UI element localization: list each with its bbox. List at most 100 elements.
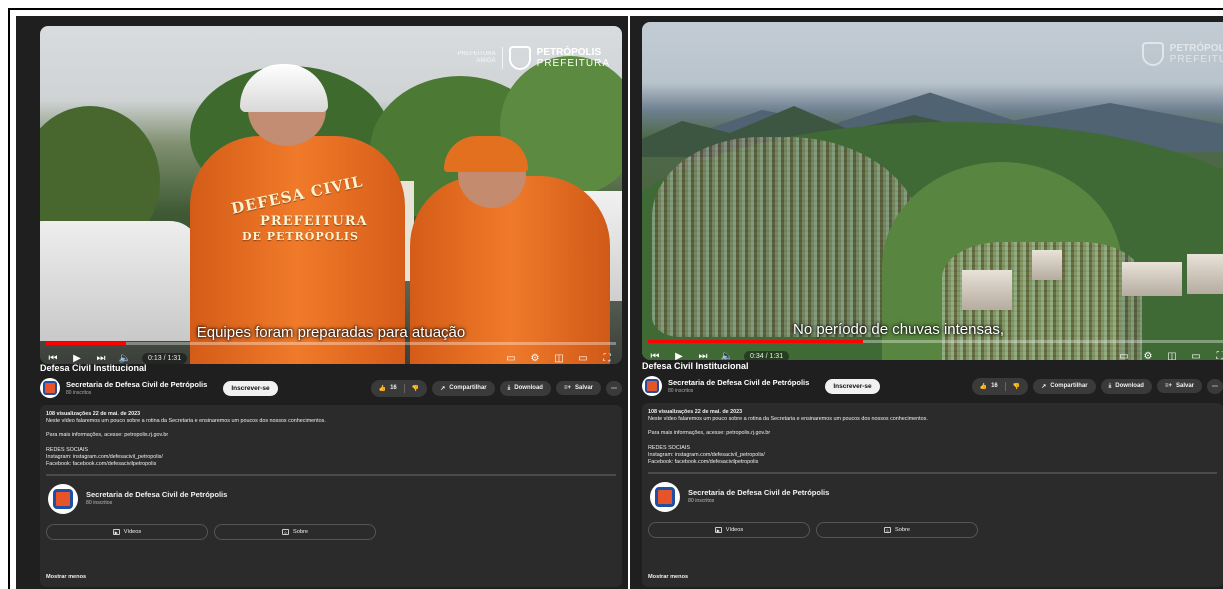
about-button[interactable]: ☺ Sobre (214, 524, 376, 541)
channel-card-name[interactable]: Secretaria de Defesa Civil de Petrópolis (86, 491, 227, 499)
dislike-icon[interactable]: 👎 (412, 385, 419, 392)
views-and-date: 108 visualizações 22 de mai. de 2023 (648, 409, 743, 415)
video-subtitle: Equipes foram preparadas para atuação (196, 324, 466, 341)
video-player[interactable]: DEFESA CIVIL PREFEITURA DE PETRÓPOLIS PR… (40, 26, 622, 364)
description-line: REDES SOCIAIS (648, 444, 690, 451)
youtube-watch-panel-right: PETRÓPOLIS PREFEITURA No período de chuv… (630, 16, 1223, 589)
logo-name-line2: PREFEITURA (1169, 54, 1223, 65)
channel-card-subs: 80 inscritos (86, 500, 113, 507)
subscribe-button[interactable]: Inscrever-se (223, 380, 278, 396)
save-label: Salvar (574, 385, 593, 391)
like-count[interactable]: 16 (991, 383, 998, 389)
prefeitura-logo: PREFEITURA AMIGA PETRÓPOLIS PREFEITURA (457, 46, 610, 70)
prefeitura-logo: PETRÓPOLIS PREFEITURA (1141, 42, 1223, 66)
channel-card-name[interactable]: Secretaria de Defesa Civil de Petrópolis (688, 489, 829, 497)
progress-bar[interactable] (46, 342, 616, 345)
channel-avatar[interactable] (40, 378, 60, 398)
channel-avatar[interactable] (642, 376, 662, 396)
description-line: Para mais informações, acesse: petropoli… (46, 432, 169, 439)
subscriber-count: 80 inscritos (66, 390, 92, 396)
vest-text-petropolis: DE PETRÓPOLIS (242, 230, 359, 243)
save-playlist-icon: ≡+ (1164, 383, 1172, 389)
video-frame (642, 22, 1223, 360)
play-square-icon: ▶ (112, 529, 120, 536)
videos-label: Vídeos (725, 526, 744, 533)
crest-icon (508, 46, 531, 70)
about-button[interactable]: ☺ Sobre (816, 522, 978, 539)
download-label: Download (514, 385, 543, 391)
logo-name-line1: PETRÓPOLIS (536, 47, 602, 58)
like-icon[interactable]: 👍 (980, 383, 987, 390)
description-line: REDES SOCIAIS (46, 446, 88, 453)
owner-row: Secretaria de Defesa Civil de Petrópolis… (40, 377, 622, 399)
youtube-watch-panel-left: DEFESA CIVIL PREFEITURA DE PETRÓPOLIS PR… (16, 16, 628, 589)
share-label: Compartilhar (449, 385, 487, 391)
download-label: Download (1115, 383, 1144, 389)
dislike-icon[interactable]: 👎 (1013, 383, 1020, 390)
progress-fill (46, 342, 126, 345)
share-button[interactable]: ↗ Compartilhar (1033, 378, 1096, 394)
show-less-button[interactable]: Mostrar menos (648, 574, 688, 581)
about-label: Sobre (895, 526, 910, 533)
progress-bar[interactable] (648, 340, 1223, 343)
videos-button[interactable]: ▶ Vídeos (46, 524, 208, 541)
share-button[interactable]: ↗ Compartilhar (432, 380, 495, 396)
divider (46, 474, 616, 477)
videos-button[interactable]: ▶ Vídeos (648, 522, 810, 539)
video-title: Defesa Civil Institucional (642, 361, 749, 371)
video-subtitle: No período de chuvas intensas, (793, 321, 1004, 338)
channel-card-avatar[interactable] (48, 484, 78, 515)
description-line: Neste vídeo falaremos um pouco sobre a r… (46, 418, 326, 425)
like-dislike-group: 👍 16 👎 (370, 379, 428, 397)
instagram-link[interactable]: Instagram: instagram.com/defesacivil_pet… (648, 452, 1217, 459)
channel-name[interactable]: Secretaria de Defesa Civil de Petrópolis (668, 378, 809, 387)
like-dislike-group: 👍 16 👎 (971, 377, 1029, 395)
logo-name-line2: PREFEITURA (536, 58, 610, 69)
subscribe-button[interactable]: Inscrever-se (825, 378, 880, 394)
channel-card-avatar[interactable] (650, 482, 680, 513)
description-line: Para mais informações, acesse: petropoli… (648, 430, 771, 437)
subscriber-count: 80 inscritos (668, 388, 694, 394)
video-info: Defesa Civil Institucional Secretaria de… (642, 357, 1223, 587)
share-icon: ↗ (440, 385, 446, 392)
save-label: Salvar (1175, 383, 1194, 389)
video-player[interactable]: PETRÓPOLIS PREFEITURA No período de chuv… (642, 22, 1223, 360)
progress-fill (648, 340, 863, 343)
instagram-link[interactable]: Instagram: instagram.com/defesacivil_pet… (46, 454, 616, 461)
channel-card-subs: 80 inscritos (688, 498, 715, 505)
save-button[interactable]: ≡+ Salvar (555, 381, 601, 395)
more-actions-button[interactable]: ⋯ (606, 380, 622, 396)
play-square-icon: ▶ (714, 527, 722, 534)
vest-text-prefeitura: PREFEITURA (260, 214, 368, 229)
divider (648, 472, 1217, 475)
share-icon: ↗ (1041, 383, 1047, 390)
save-button[interactable]: ≡+ Salvar (1156, 379, 1202, 393)
channel-card[interactable]: Secretaria de Defesa Civil de Petrópolis… (48, 484, 616, 515)
description-box[interactable]: 108 visualizações 22 de mai. de 2023 Nes… (40, 405, 622, 587)
more-actions-button[interactable]: ⋯ (1207, 378, 1223, 394)
share-label: Compartilhar (1050, 383, 1088, 389)
download-button[interactable]: ⤓ Download (1100, 378, 1152, 394)
owner-row: Secretaria de Defesa Civil de Petrópolis… (642, 375, 1223, 397)
save-playlist-icon: ≡+ (563, 385, 571, 391)
video-info: Defesa Civil Institucional Secretaria de… (40, 359, 622, 587)
person-card-icon: ☺ (282, 529, 290, 536)
like-icon[interactable]: 👍 (379, 385, 386, 392)
person-card-icon: ☺ (884, 527, 892, 534)
logo-name-line1: PETRÓPOLIS (1169, 43, 1223, 54)
download-button[interactable]: ⤓ Download (499, 380, 551, 396)
description-line: Neste vídeo falaremos um pouco sobre a r… (648, 416, 928, 423)
about-label: Sobre (293, 528, 308, 535)
video-frame: DEFESA CIVIL PREFEITURA DE PETRÓPOLIS (40, 26, 622, 364)
download-icon: ⤓ (1108, 382, 1112, 389)
channel-card[interactable]: Secretaria de Defesa Civil de Petrópolis… (650, 482, 1217, 513)
download-icon: ⤓ (507, 384, 511, 391)
description-box[interactable]: 108 visualizações 22 de mai. de 2023 Nes… (642, 403, 1223, 587)
channel-name[interactable]: Secretaria de Defesa Civil de Petrópolis (66, 380, 207, 389)
like-count[interactable]: 16 (390, 385, 397, 391)
show-less-button[interactable]: Mostrar menos (46, 574, 86, 581)
views-and-date: 108 visualizações 22 de mai. de 2023 (46, 411, 141, 417)
facebook-link[interactable]: Facebook: facebook.com/defesacivilpetrop… (648, 459, 1217, 466)
videos-label: Vídeos (123, 528, 142, 535)
facebook-link[interactable]: Facebook: facebook.com/defesacivilpetrop… (46, 461, 616, 468)
